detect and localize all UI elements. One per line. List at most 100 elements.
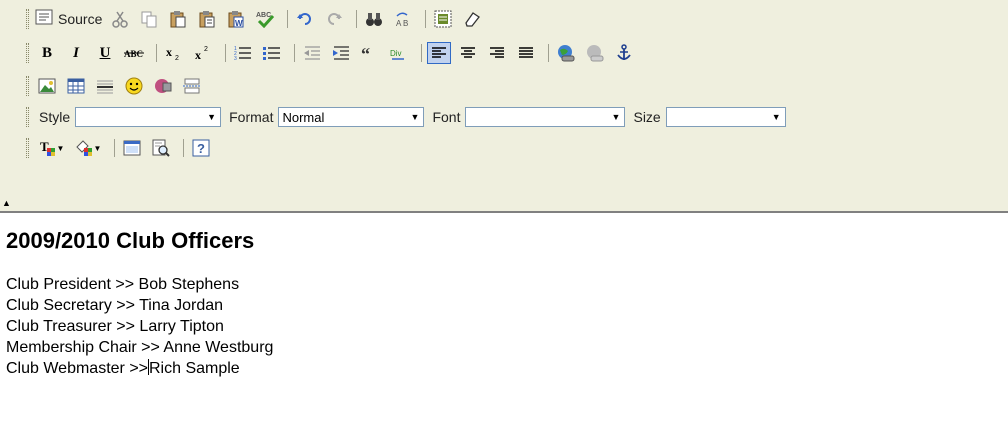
font-label: Font (432, 109, 461, 125)
toolbar-grip[interactable] (26, 138, 29, 158)
align-justify-icon (519, 47, 533, 58)
svg-text:x: x (166, 45, 172, 59)
subscript-button[interactable]: x2 (162, 42, 186, 64)
image-button[interactable] (35, 75, 59, 97)
special-char-icon (155, 79, 172, 93)
undo-button[interactable] (293, 8, 317, 30)
page-break-button[interactable] (180, 75, 204, 97)
svg-text:2: 2 (204, 46, 208, 53)
table-icon (67, 78, 85, 94)
svg-text:2: 2 (175, 55, 179, 61)
spellcheck-icon: ABC (256, 12, 275, 28)
size-label: Size (633, 109, 661, 125)
unlink-button[interactable] (583, 42, 607, 64)
redo-button[interactable] (322, 8, 346, 30)
select-all-icon (434, 10, 452, 28)
text-color-button[interactable]: T ▼ (35, 137, 67, 159)
special-char-button[interactable] (151, 75, 175, 97)
format-combo[interactable]: Normal ▼ (278, 107, 425, 127)
bold-button[interactable]: B (35, 42, 59, 64)
style-combo[interactable]: ▼ (75, 107, 222, 127)
font-combo[interactable]: ▼ (465, 107, 626, 127)
spellcheck-button[interactable]: ABC (253, 8, 277, 30)
toolbar-row-2: B I U ABC x2 x2 123 “ Div (26, 40, 641, 66)
superscript-button[interactable]: x2 (191, 42, 215, 64)
remove-format-button[interactable] (460, 8, 484, 30)
redo-icon (328, 13, 343, 25)
toolbar-row-5: T ▼ ▼ ? (26, 135, 218, 161)
svg-text:?: ? (197, 141, 205, 156)
paste-text-button[interactable] (195, 8, 219, 30)
strikethrough-button[interactable]: ABC (122, 42, 146, 64)
toolbar-grip[interactable] (26, 43, 29, 63)
horizontal-rule-icon (97, 80, 113, 94)
page-title: 2009/2010 Club Officers (6, 228, 255, 253)
paste-button[interactable] (166, 8, 190, 30)
indent-button[interactable] (329, 42, 353, 64)
bulleted-list-button[interactable] (260, 42, 284, 64)
toolbar-separator (225, 44, 226, 62)
chevron-down-icon[interactable]: ▼ (406, 108, 424, 126)
link-button[interactable] (554, 42, 578, 64)
image-icon (38, 78, 56, 94)
horizontal-rule-button[interactable] (93, 75, 117, 97)
paste-icon (170, 11, 186, 28)
table-button[interactable] (64, 75, 88, 97)
chevron-down-icon: ▼ (93, 143, 102, 153)
help-button[interactable]: ? (189, 137, 213, 159)
create-div-button[interactable]: Div (387, 42, 411, 64)
align-left-button[interactable] (427, 42, 451, 64)
smiley-button[interactable] (122, 75, 146, 97)
select-all-button[interactable] (431, 8, 455, 30)
svg-text:“: “ (361, 45, 370, 61)
svg-text:x: x (195, 48, 201, 61)
toolbar-grip[interactable] (26, 107, 29, 127)
align-right-button[interactable] (485, 42, 509, 64)
maximize-button[interactable] (120, 137, 144, 159)
strikethrough-icon: ABC (124, 49, 144, 59)
toolbar-row-1: Source W ABC B A (26, 6, 489, 32)
toolbar-row-3 (26, 73, 209, 99)
toolbar-separator (294, 44, 295, 62)
toolbar-grip[interactable] (26, 9, 29, 29)
anchor-button[interactable] (612, 42, 636, 64)
size-combo[interactable]: ▼ (665, 107, 786, 127)
toolbar-grip[interactable] (26, 76, 29, 96)
numbered-list-button[interactable]: 123 (231, 42, 255, 64)
source-button[interactable]: Source (35, 8, 102, 30)
align-right-icon (490, 47, 504, 58)
blockquote-icon: “ (361, 45, 370, 61)
list-item: Membership Chair >> Anne Westburg (6, 339, 274, 356)
align-justify-button[interactable] (514, 42, 538, 64)
copy-button[interactable] (137, 8, 161, 30)
superscript-icon: x2 (195, 46, 208, 61)
background-color-icon (75, 140, 92, 156)
replace-button[interactable]: BA (391, 8, 415, 30)
italic-button[interactable]: I (64, 42, 88, 64)
svg-text:ABC: ABC (124, 49, 143, 59)
underline-button[interactable]: U (93, 42, 117, 64)
list-item: Club President >> Bob Stephens (6, 276, 240, 293)
svg-text:Div: Div (390, 49, 402, 58)
copy-icon (141, 11, 157, 28)
blockquote-button[interactable]: “ (358, 42, 382, 64)
outdent-button[interactable] (300, 42, 324, 64)
chevron-down-icon[interactable]: ▼ (607, 108, 625, 126)
source-icon (35, 9, 53, 30)
find-button[interactable] (362, 8, 386, 30)
paste-text-icon (199, 11, 215, 28)
chevron-down-icon[interactable]: ▼ (203, 108, 221, 126)
collapse-toolbar-icon[interactable]: ▲ (2, 198, 11, 208)
paste-word-button[interactable]: W (224, 8, 248, 30)
preview-icon (152, 139, 170, 157)
svg-text:W: W (235, 19, 243, 28)
chevron-down-icon[interactable]: ▼ (767, 108, 785, 126)
cut-button[interactable] (108, 8, 132, 30)
editor-content[interactable]: 2009/2010 Club Officers Club President >… (6, 228, 996, 379)
background-color-button[interactable]: ▼ (72, 137, 104, 159)
preview-button[interactable] (149, 137, 173, 159)
align-center-button[interactable] (456, 42, 480, 64)
format-label: Format (229, 109, 274, 125)
list-item: Club Secretary >> Tina Jordan (6, 297, 224, 314)
toolbar-separator (356, 10, 358, 28)
